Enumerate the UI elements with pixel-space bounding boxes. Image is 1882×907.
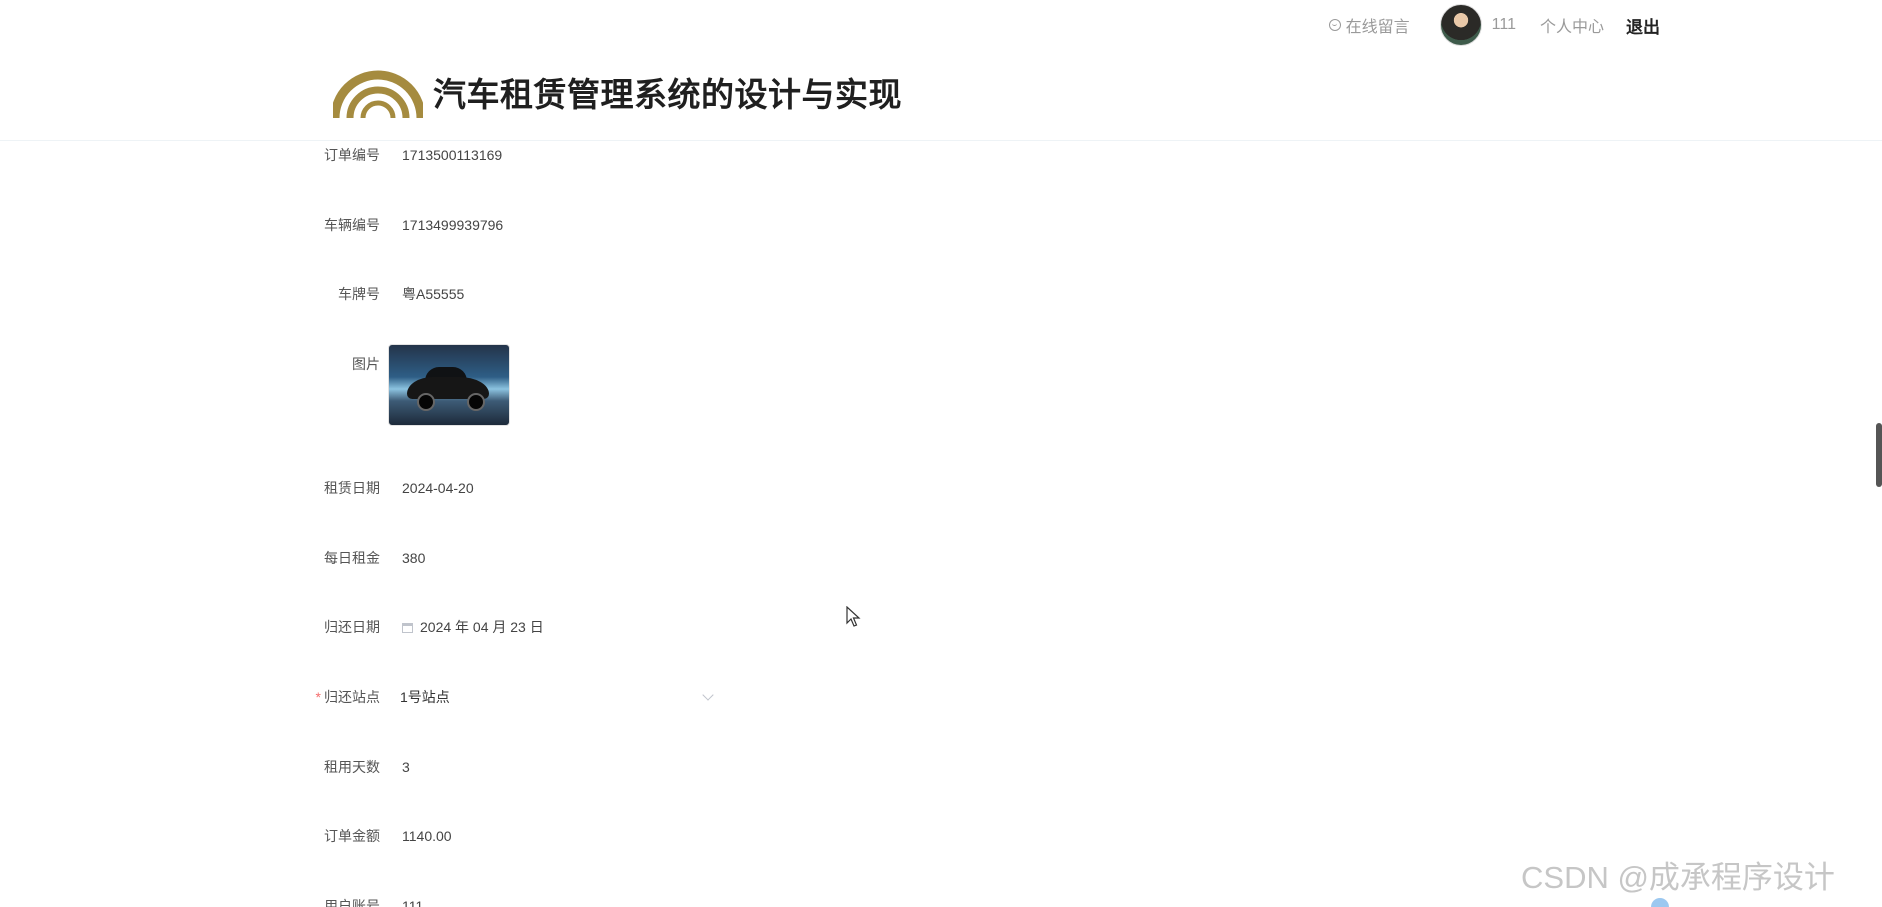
return-site-value: 1号站点	[400, 689, 450, 705]
user-name[interactable]: 111	[1492, 16, 1516, 34]
car-image[interactable]	[388, 344, 510, 426]
message-link-label: 在线留言	[1345, 19, 1410, 36]
rent-days-label: 租用天数	[324, 759, 380, 775]
rent-date-label: 租赁日期	[324, 480, 380, 496]
scrollbar-thumb[interactable]	[1876, 423, 1882, 487]
rent-date-row: 租赁日期 2024-04-20	[280, 473, 720, 503]
daily-rent-value: 380	[402, 550, 426, 566]
user-circle-icon	[1328, 19, 1341, 31]
order-no-value: 1713500113169	[402, 147, 503, 163]
header: 在线留言 111 个人中心 退出 汽车租赁管理系统的设计与实现	[0, 0, 1882, 141]
car-wheel-rear	[467, 393, 485, 411]
rent-days-row: 租用天数 3	[280, 752, 720, 782]
return-date-label: 归还日期	[324, 619, 380, 635]
order-amount-value: 1140.00	[402, 828, 452, 844]
mouse-cursor-icon	[846, 606, 861, 627]
logo-arcs-icon	[333, 70, 423, 118]
logo[interactable]: 汽车租赁管理系统的设计与实现	[333, 66, 902, 118]
image-label: 图片	[352, 356, 380, 372]
rent-days-value: 3	[402, 759, 410, 775]
order-amount-row: 订单金额 1140.00	[280, 821, 720, 851]
user-account-label: 用户账号	[324, 898, 380, 907]
order-amount-label: 订单金额	[324, 828, 380, 844]
return-date-value: 2024 年 04 月 23 日	[420, 619, 544, 635]
site-title: 汽车租赁管理系统的设计与实现	[433, 76, 902, 113]
top-links: 在线留言 111 个人中心 退出	[1328, 4, 1660, 46]
message-link[interactable]: 在线留言	[1328, 13, 1410, 37]
order-no-label: 订单编号	[324, 147, 380, 163]
logout-link[interactable]: 退出	[1626, 13, 1660, 38]
return-site-select[interactable]: 1号站点	[400, 687, 720, 707]
page: 在线留言 111 个人中心 退出 汽车租赁管理系统的设计与实现 订单编号 171…	[0, 0, 1882, 907]
daily-rent-label: 每日租金	[324, 550, 380, 566]
floating-button[interactable]	[1651, 898, 1669, 907]
return-site-row: * 归还站点 1号站点	[280, 682, 720, 712]
personal-center-link[interactable]: 个人中心	[1540, 13, 1604, 37]
rent-date-value: 2024-04-20	[402, 480, 474, 496]
avatar[interactable]	[1439, 4, 1482, 46]
vehicle-no-row: 车辆编号 1713499939796	[280, 210, 720, 240]
return-site-label-text: 归还站点	[324, 689, 380, 705]
vehicle-no-value: 1713499939796	[402, 217, 504, 233]
vehicle-no-label: 车辆编号	[324, 217, 380, 233]
return-site-label: * 归还站点	[280, 687, 380, 707]
car-wheel-front	[417, 393, 435, 411]
calendar-icon	[402, 623, 413, 633]
chevron-down-icon	[702, 689, 714, 701]
return-date-row: 归还日期 2024 年 04 月 23 日	[280, 612, 720, 642]
plate-no-label: 车牌号	[338, 286, 380, 302]
user-account-row: 用户账号 111	[280, 891, 720, 907]
required-mark: *	[315, 689, 321, 705]
watermark: CSDN @成承程序设计	[1521, 860, 1835, 895]
plate-no-row: 车牌号 粤A55555	[280, 279, 720, 309]
daily-rent-row: 每日租金 380	[280, 543, 720, 573]
user-account-value: 111	[402, 898, 424, 907]
order-no-row: 订单编号 1713500113169	[280, 140, 720, 170]
return-date-picker[interactable]: 2024 年 04 月 23 日	[402, 617, 544, 637]
plate-no-value: 粤A55555	[402, 286, 465, 302]
